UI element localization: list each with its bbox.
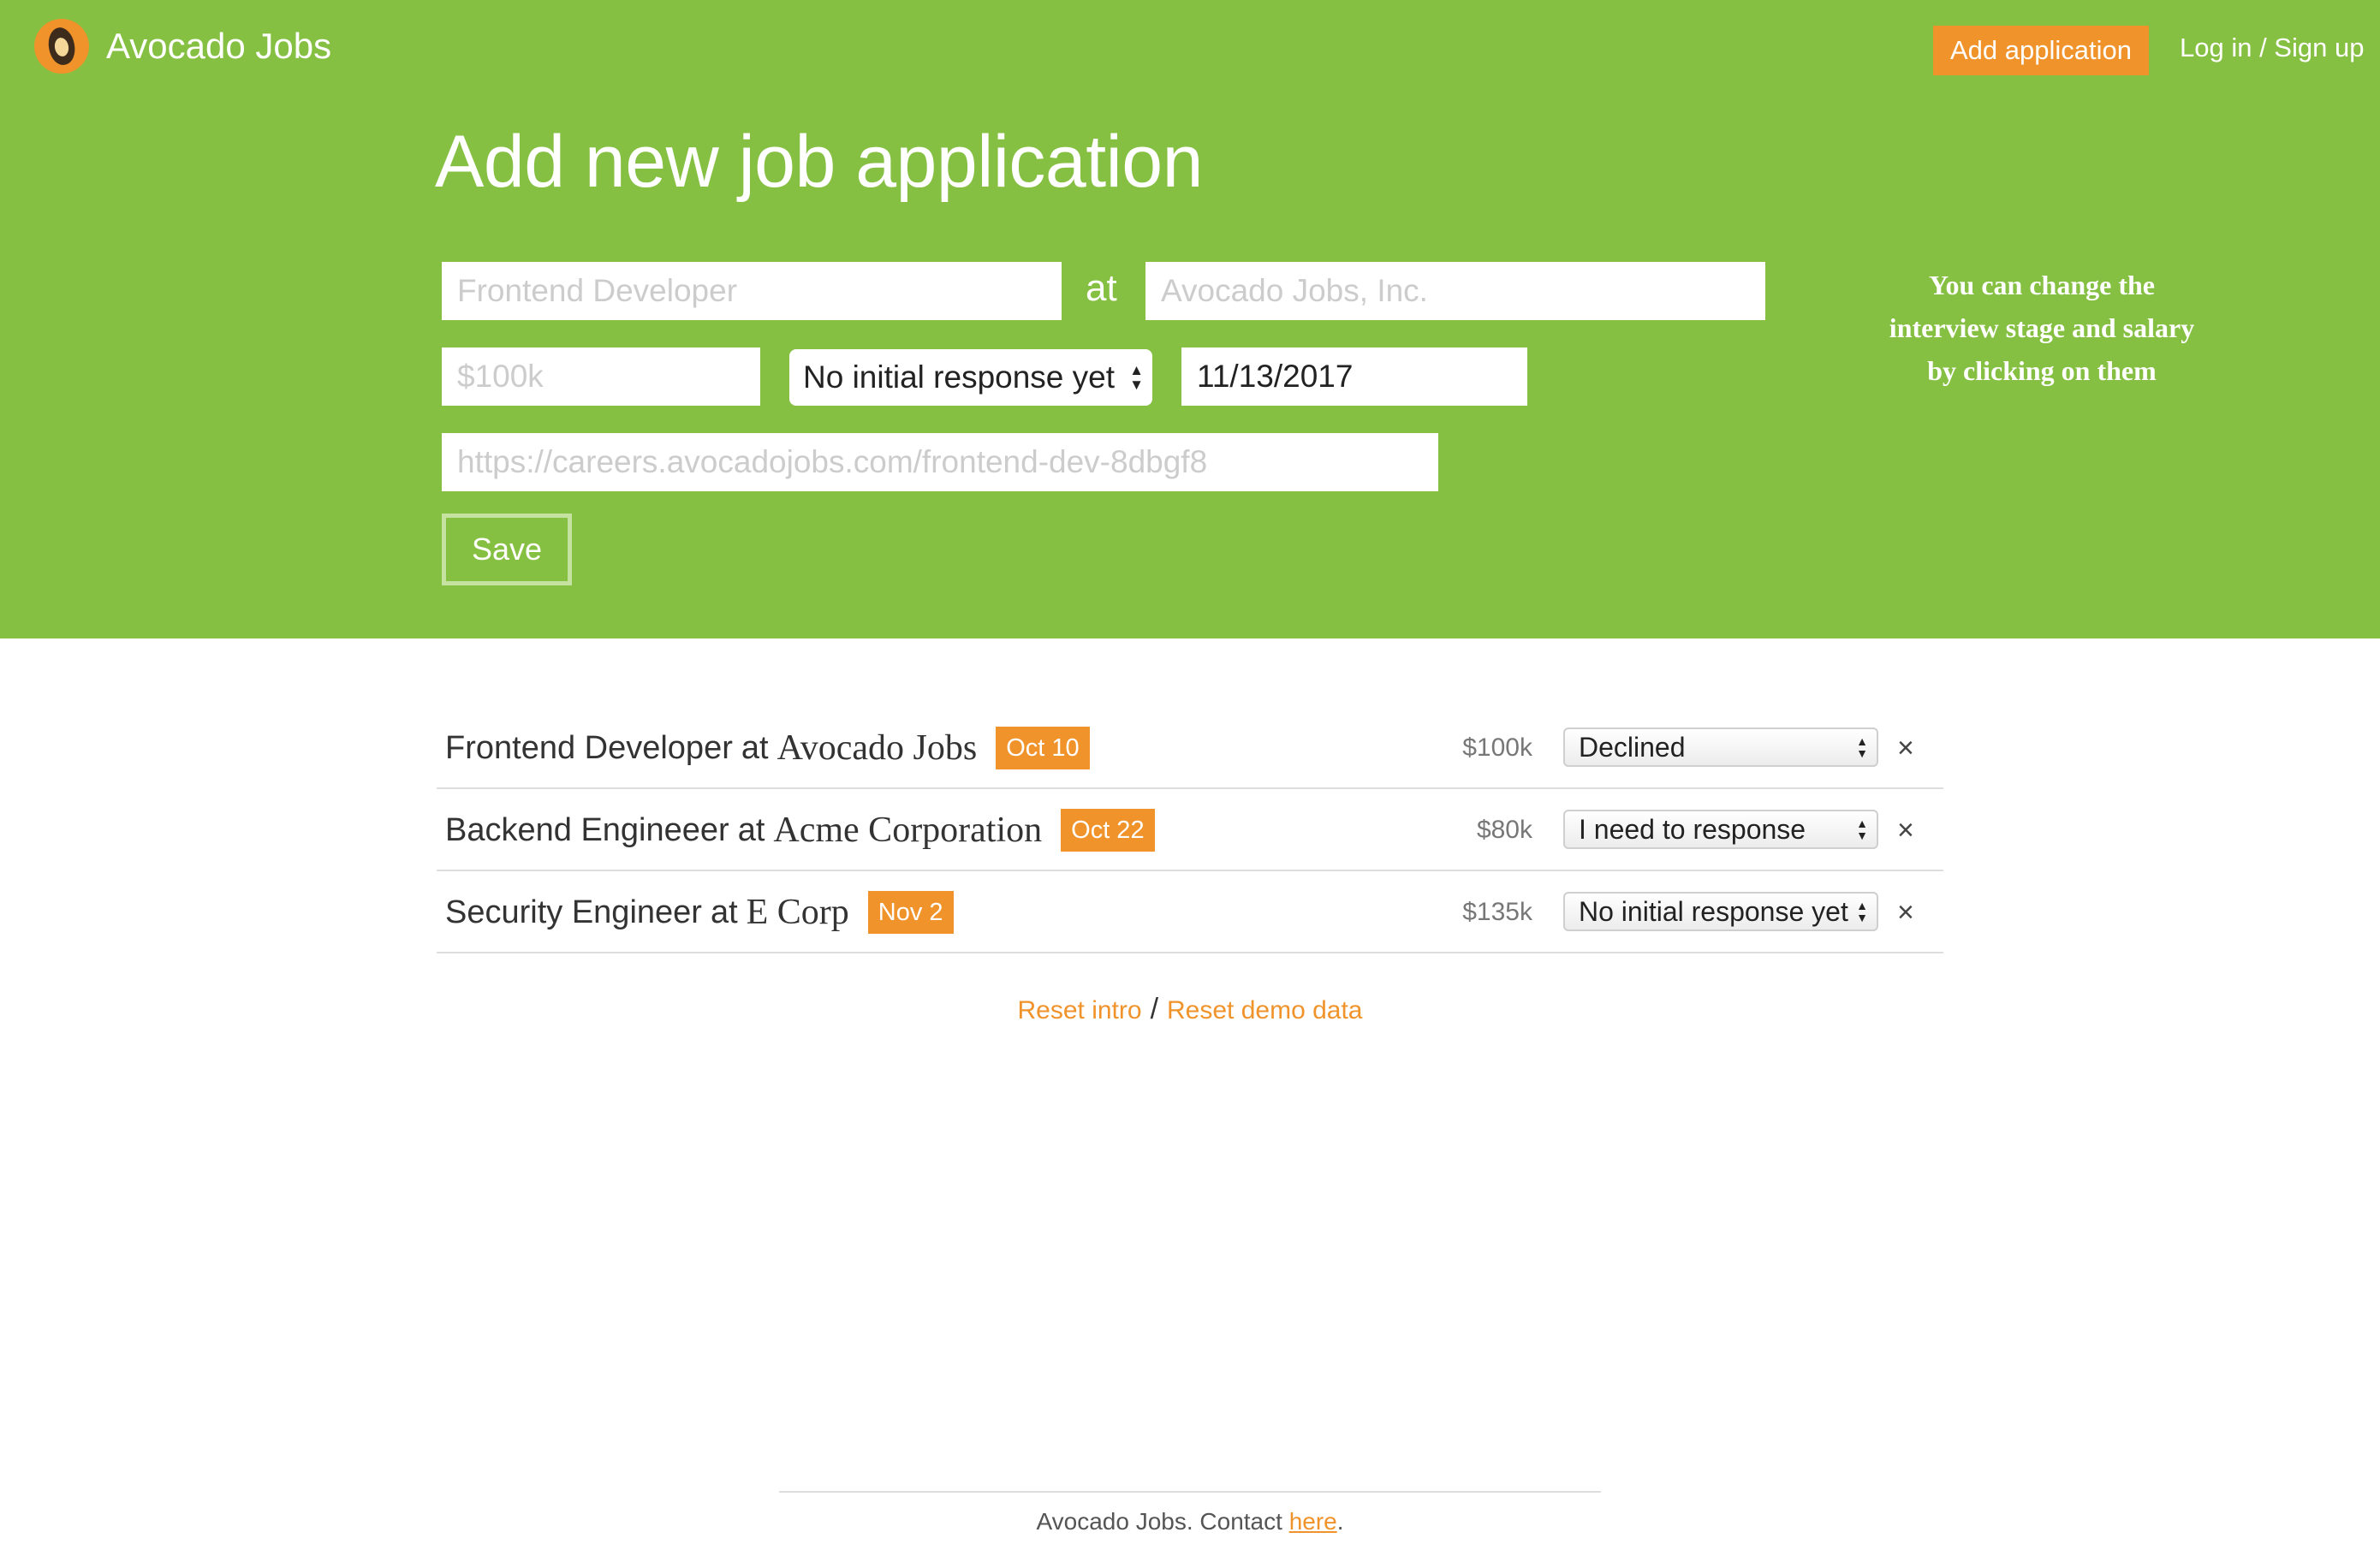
remove-icon[interactable]: ×: [1897, 789, 1914, 871]
application-at: at: [710, 894, 738, 930]
application-company: E Corp: [746, 893, 849, 932]
reset-demo-data-link[interactable]: Reset demo data: [1167, 996, 1362, 1024]
avocado-logo-icon: [34, 19, 89, 74]
hero-header: Avocado Jobs Add application Log in / Si…: [0, 0, 2380, 638]
save-button[interactable]: Save: [442, 514, 572, 585]
remove-icon[interactable]: ×: [1897, 871, 1914, 953]
application-salary[interactable]: $80k: [1477, 789, 1532, 871]
at-label: at: [1086, 267, 1117, 309]
link-separator: /: [1150, 993, 1159, 1025]
application-list: Frontend Developer at Avocado Jobs Oct 1…: [437, 707, 1943, 953]
application-salary[interactable]: $135k: [1462, 871, 1532, 953]
application-date-badge: Nov 2: [867, 891, 954, 934]
brand-name: Avocado Jobs: [106, 26, 332, 66]
select-arrows-icon: ▲ ▼: [1129, 362, 1144, 393]
application-stage-select[interactable]: Declined ▲ ▼: [1563, 728, 1878, 767]
application-heading: Security Engineer at E Corp Nov 2: [445, 871, 954, 953]
salary-input[interactable]: [442, 347, 760, 406]
reset-intro-link[interactable]: Reset intro: [1017, 996, 1141, 1024]
login-signup-link[interactable]: Log in / Sign up: [2180, 33, 2364, 63]
application-at: at: [741, 729, 769, 766]
add-application-button[interactable]: Add application: [1933, 26, 2149, 75]
application-stage-value: I need to response: [1579, 813, 1806, 845]
application-salary[interactable]: $100k: [1462, 707, 1532, 789]
hint-text: You can change the interview stage and s…: [1889, 270, 2195, 386]
application-row: Backend Engineeer at Acme Corporation Oc…: [437, 789, 1943, 871]
application-title: Security Engineer: [445, 894, 702, 930]
application-date-badge: Oct 10: [996, 727, 1090, 769]
job-title-input[interactable]: [442, 262, 1062, 320]
application-date-badge: Oct 22: [1061, 809, 1155, 852]
stage-select-value: No initial response yet: [803, 359, 1116, 395]
remove-icon[interactable]: ×: [1897, 707, 1914, 789]
footer-text: Avocado Jobs. Contact: [1036, 1508, 1289, 1535]
application-heading: Backend Engineeer at Acme Corporation Oc…: [445, 789, 1155, 871]
select-arrows-icon: ▲ ▼: [1856, 817, 1868, 842]
company-input[interactable]: [1145, 262, 1765, 320]
footer: Avocado Jobs. Contact here.: [0, 1508, 2380, 1535]
footer-period: .: [1336, 1508, 1344, 1535]
application-stage-value: Declined: [1579, 731, 1686, 763]
url-input[interactable]: [442, 433, 1438, 491]
application-stage-select[interactable]: I need to response ▲ ▼: [1563, 810, 1878, 849]
date-input[interactable]: 11/13/2017: [1181, 347, 1527, 406]
stage-select[interactable]: No initial response yet ▲ ▼: [789, 349, 1152, 406]
application-title: Frontend Developer: [445, 729, 733, 766]
date-value: 11/13/2017: [1197, 359, 1354, 394]
contact-link[interactable]: here: [1289, 1508, 1337, 1535]
select-arrows-icon: ▲ ▼: [1856, 899, 1868, 924]
application-stage-value: No initial response yet: [1579, 895, 1848, 927]
application-row: Security Engineer at E Corp Nov 2 $135k …: [437, 871, 1943, 953]
page-title: Add new job application: [435, 121, 1203, 203]
application-row: Frontend Developer at Avocado Jobs Oct 1…: [437, 707, 1943, 789]
footer-divider: [779, 1491, 1601, 1493]
application-heading: Frontend Developer at Avocado Jobs Oct 1…: [445, 707, 1090, 789]
brand[interactable]: Avocado Jobs: [34, 19, 331, 74]
application-company: Acme Corporation: [773, 811, 1043, 850]
application-at: at: [737, 811, 765, 848]
reset-links: Reset intro / Reset demo data: [0, 993, 2380, 1026]
application-title: Backend Engineeer: [445, 811, 729, 848]
select-arrows-icon: ▲ ▼: [1856, 734, 1868, 760]
application-company: Avocado Jobs: [776, 728, 978, 768]
application-stage-select[interactable]: No initial response yet ▲ ▼: [1563, 892, 1878, 931]
